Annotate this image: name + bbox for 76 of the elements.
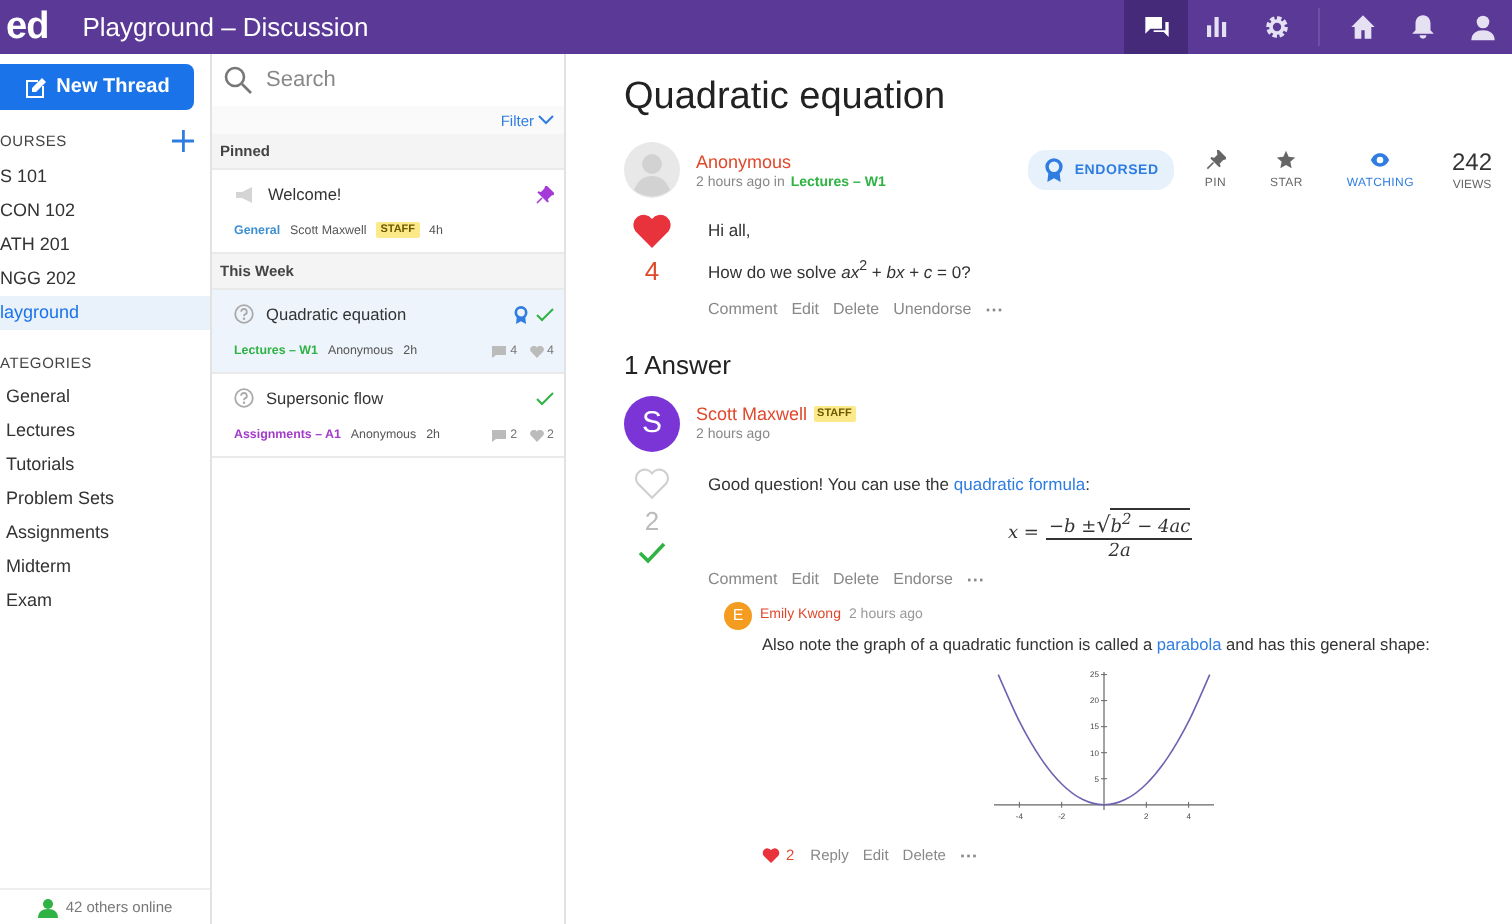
avatar-icon bbox=[624, 142, 680, 198]
thread-title: Welcome! bbox=[268, 184, 342, 204]
edit-icon bbox=[24, 75, 49, 99]
more-button[interactable]: ··· bbox=[985, 299, 1004, 320]
megaphone-icon bbox=[234, 185, 256, 203]
author-name[interactable]: Anonymous bbox=[696, 151, 886, 171]
question-icon bbox=[234, 388, 254, 408]
formula-denominator: 2a bbox=[1108, 539, 1131, 562]
avatar: S bbox=[624, 395, 680, 452]
action-link[interactable]: Delete bbox=[832, 570, 880, 589]
action-link[interactable]: Edit bbox=[791, 300, 819, 319]
bell-icon bbox=[1407, 12, 1437, 42]
more-button[interactable]: ··· bbox=[966, 569, 985, 590]
home-icon bbox=[1347, 12, 1377, 42]
like-count: 2 bbox=[644, 506, 660, 537]
heart-icon bbox=[529, 345, 544, 357]
formula-lhs: x = bbox=[1008, 524, 1039, 545]
user-icon bbox=[1467, 12, 1497, 42]
category-item[interactable]: Midterm bbox=[0, 550, 210, 584]
eye-icon bbox=[1370, 150, 1391, 170]
radical-sign: √ bbox=[1096, 511, 1111, 538]
formula-term: −b ± bbox=[1048, 517, 1097, 538]
star-icon bbox=[1276, 150, 1297, 170]
post-text: How do we solve ax$^{2}$ + bx + c = 0? bbox=[708, 258, 973, 282]
category-item[interactable]: General bbox=[0, 380, 210, 414]
search-icon bbox=[224, 66, 252, 94]
category-item[interactable]: Exam bbox=[0, 584, 210, 618]
person-icon bbox=[37, 897, 58, 917]
category-item[interactable]: Lectures bbox=[0, 414, 210, 448]
action-link[interactable]: Edit bbox=[791, 570, 819, 589]
heart-icon bbox=[529, 429, 544, 441]
like-count: 4 bbox=[644, 256, 660, 286]
bar-chart-icon bbox=[1201, 12, 1231, 42]
action-link[interactable]: Endorse bbox=[893, 570, 953, 589]
action-link[interactable]: Comment bbox=[708, 570, 778, 589]
view-count: 242 bbox=[1451, 148, 1492, 176]
action-link[interactable]: Delete bbox=[832, 300, 880, 319]
category-item[interactable]: Problem Sets bbox=[0, 482, 210, 516]
category-item[interactable]: Assignments bbox=[0, 516, 210, 550]
action-link[interactable]: Comment bbox=[708, 300, 778, 319]
chevron-down-icon bbox=[538, 114, 554, 126]
new-thread-button[interactable]: New Thread bbox=[0, 64, 194, 110]
heart-icon[interactable] bbox=[762, 847, 780, 864]
course-item[interactable]: NGG 202 bbox=[0, 262, 210, 296]
course-item[interactable]: CON 102 bbox=[0, 194, 210, 228]
avatar: E bbox=[724, 601, 752, 630]
action-link[interactable]: Unendorse bbox=[893, 300, 972, 319]
post-text: Hi all, bbox=[708, 220, 753, 240]
settings-icon bbox=[1261, 12, 1291, 42]
course-item[interactable]: S 101 bbox=[0, 160, 210, 194]
category-item[interactable]: Tutorials bbox=[0, 448, 210, 482]
author-name[interactable]: Scott Maxwell bbox=[696, 404, 808, 425]
heart-icon[interactable] bbox=[632, 214, 672, 250]
logo[interactable]: ed bbox=[0, 5, 49, 49]
comment-icon bbox=[492, 429, 507, 441]
question-icon bbox=[234, 304, 254, 324]
add-icon[interactable] bbox=[172, 130, 194, 152]
pin-icon bbox=[1205, 150, 1226, 170]
more-button[interactable]: ··· bbox=[959, 845, 978, 866]
formula-link[interactable]: quadratic formula bbox=[953, 473, 1086, 494]
chat-icon bbox=[1141, 12, 1171, 42]
post-text: Good question! You can use the quadratic formula: bbox=[708, 473, 1092, 494]
answers-heading: 1 Answer bbox=[624, 349, 733, 380]
check-icon[interactable] bbox=[638, 542, 666, 565]
course-item[interactable]: layground bbox=[0, 296, 210, 330]
parabola-link[interactable]: parabola bbox=[1156, 633, 1222, 654]
thread-title: Quadratic equation bbox=[266, 304, 407, 324]
y-axis bbox=[1100, 671, 1108, 811]
comment-text: Also note the graph of a quadratic function is called a parabola and has this general shape: bbox=[762, 633, 1432, 654]
comment-icon bbox=[492, 345, 507, 357]
thread-title: Supersonic flow bbox=[266, 388, 384, 408]
thread-title: Quadratic equation bbox=[624, 76, 948, 120]
chat-button[interactable] bbox=[1124, 0, 1188, 54]
ribbon-icon bbox=[1044, 158, 1065, 182]
page-title: Playground – Discussion bbox=[82, 12, 369, 42]
course-item[interactable]: ATH 201 bbox=[0, 228, 210, 262]
